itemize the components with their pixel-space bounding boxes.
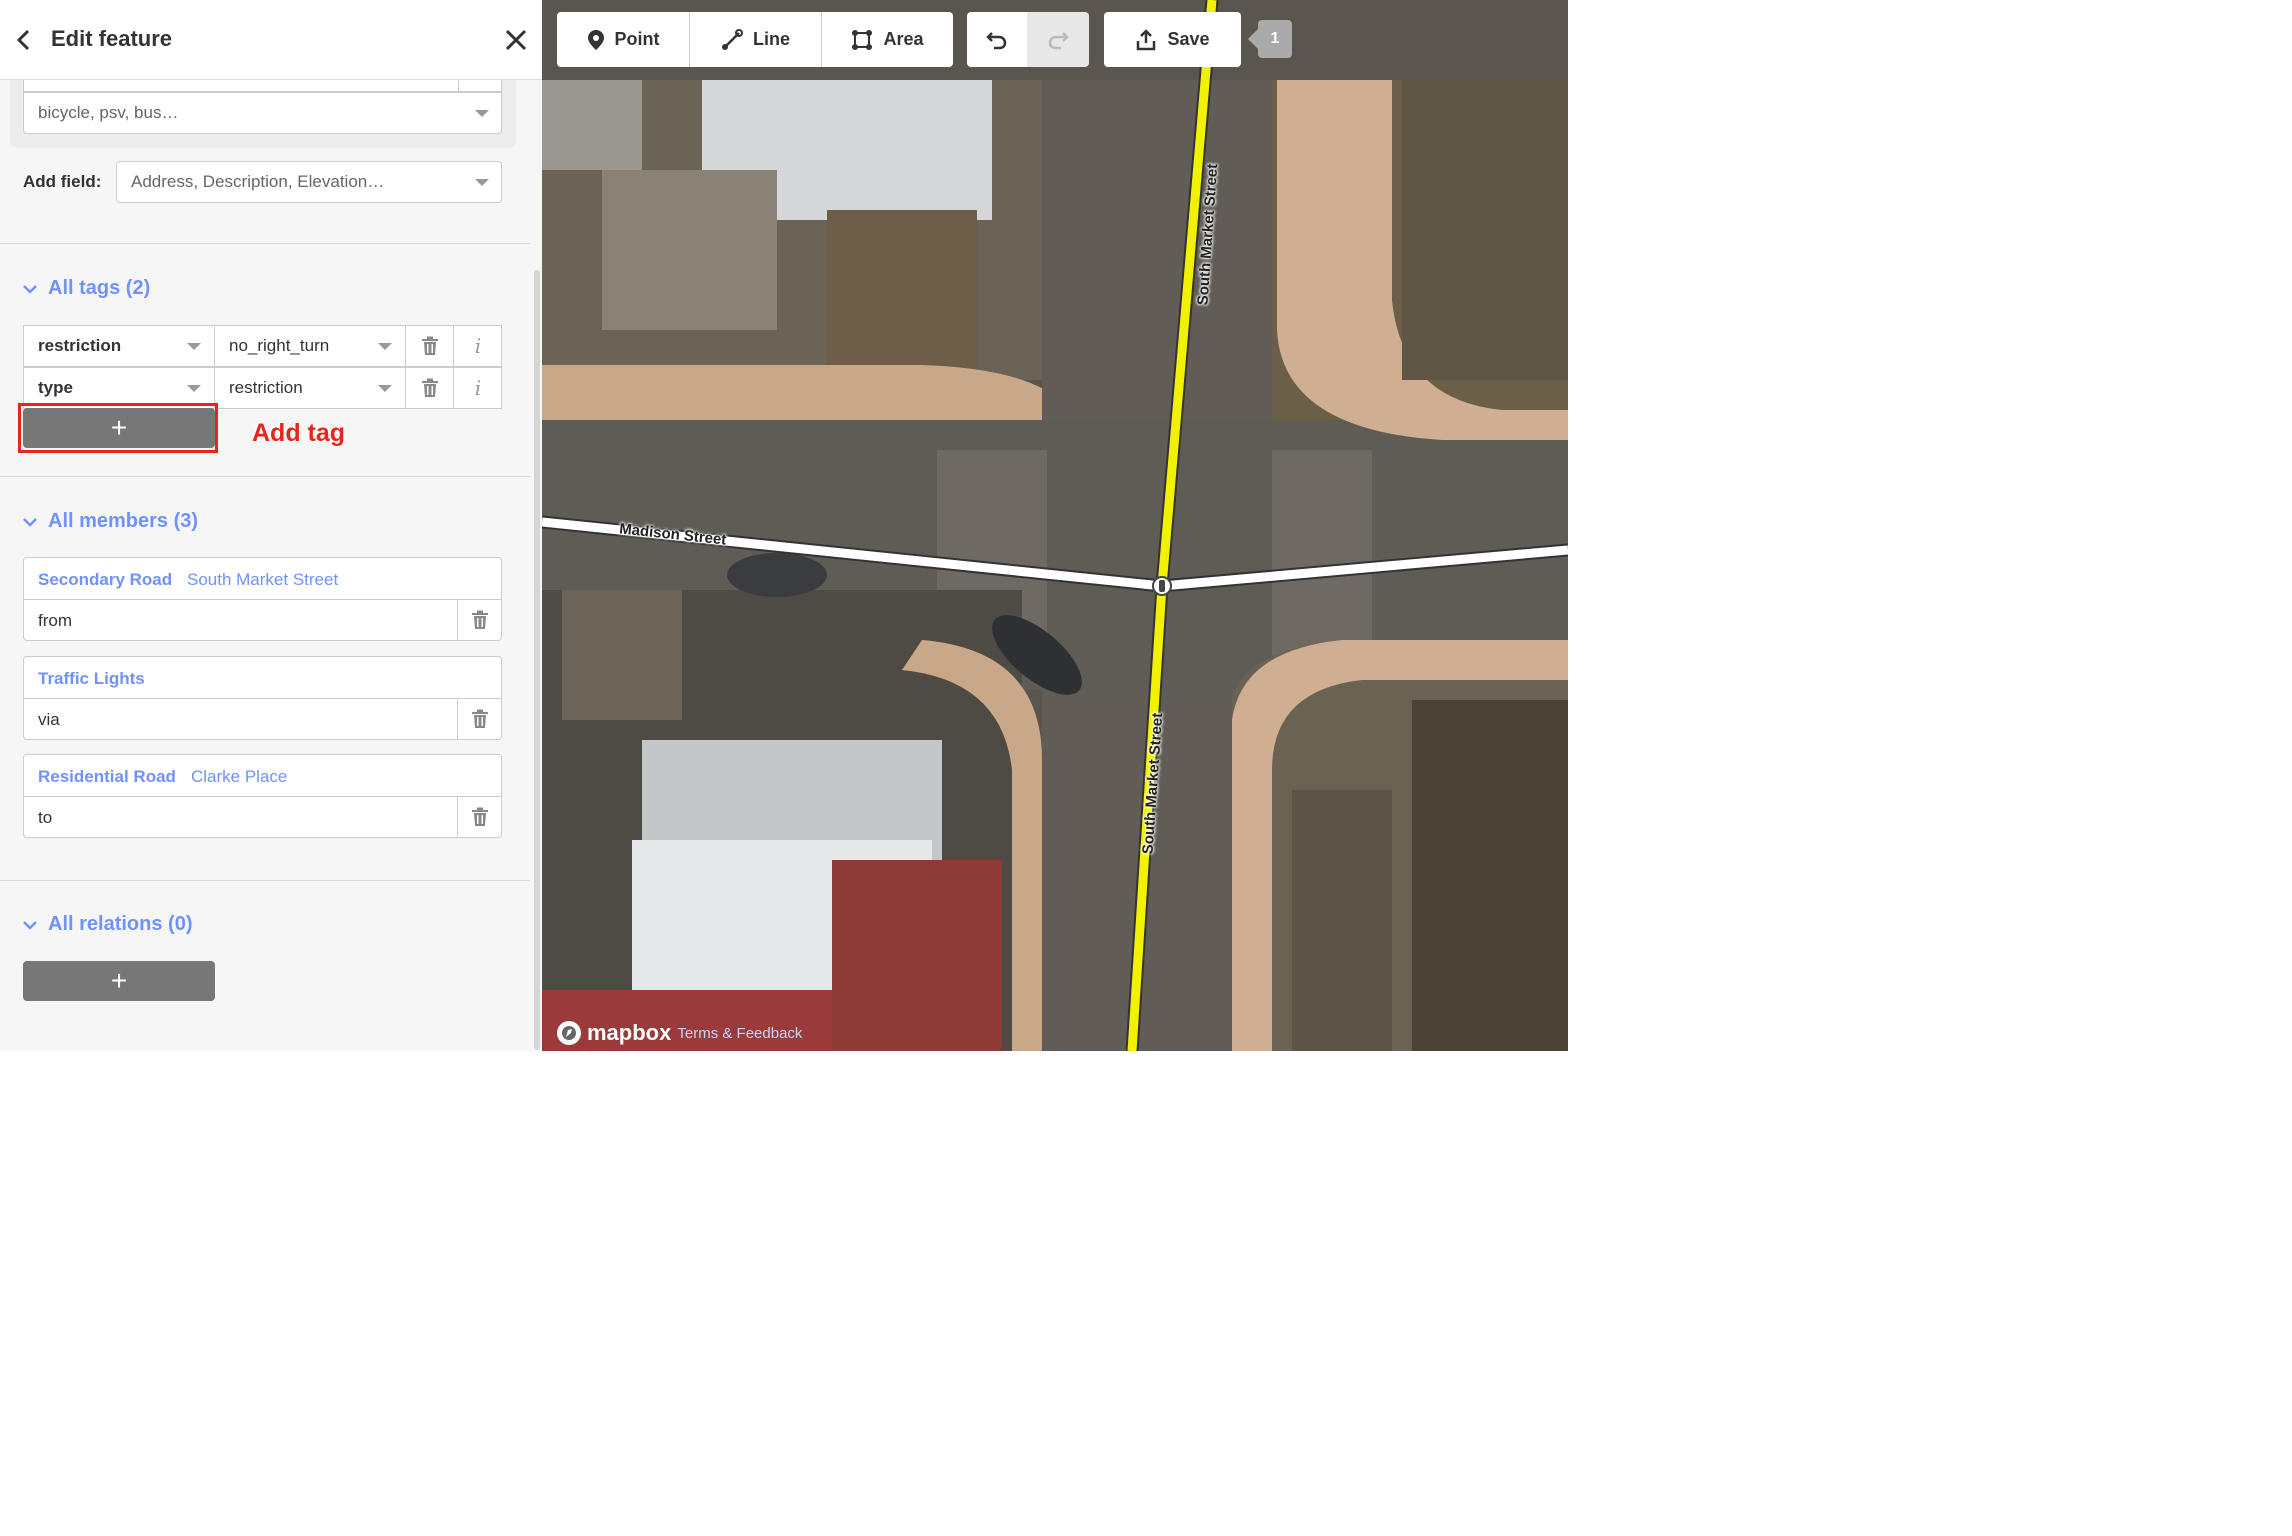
back-button[interactable] [10, 24, 38, 56]
line-button[interactable]: Line [689, 12, 821, 67]
member-type: Secondary Road [38, 570, 173, 589]
aerial-imagery [542, 0, 1568, 1051]
tag-key-input[interactable]: restriction [24, 326, 215, 366]
add-field-placeholder: Address, Description, Elevation… [131, 172, 385, 191]
chevron-left-icon [16, 29, 30, 51]
add-field-combo[interactable]: Address, Description, Elevation… [116, 161, 502, 203]
member-role-input[interactable]: via [38, 710, 60, 730]
info-icon[interactable]: i [454, 326, 502, 366]
area-label: Area [883, 29, 924, 49]
save-toolbar: Save [1104, 12, 1241, 67]
tag-key: restriction [38, 336, 122, 355]
all-members-toggle[interactable]: All members (3) [22, 510, 198, 533]
delete-member-button[interactable] [457, 600, 501, 640]
undo-button[interactable] [967, 12, 1027, 67]
undo-icon [986, 31, 1007, 49]
member-item: Secondary Road South Market Street from [23, 557, 502, 641]
tag-key: type [38, 378, 73, 397]
add-tag-highlight [18, 403, 218, 453]
close-button[interactable] [500, 24, 532, 56]
tag-key-input[interactable]: type [24, 368, 215, 408]
map-attribution: mapbox Terms & Feedback [556, 1020, 802, 1046]
delete-tag-button[interactable] [406, 368, 454, 408]
tag-row: restriction no_right_turn i [23, 325, 502, 367]
close-icon [505, 29, 527, 51]
tag-value: no_right_turn [229, 336, 330, 355]
chevron-down-icon [378, 385, 392, 392]
add-relation-button[interactable]: + [23, 961, 215, 1001]
save-button[interactable]: Save [1104, 12, 1241, 67]
undo-redo-toolbar [967, 12, 1089, 67]
member-role-input[interactable]: from [38, 611, 72, 631]
member-header[interactable]: Residential Road Clarke Place [24, 755, 501, 797]
sidebar: bicycle, psv, bus… Add field: Address, D… [0, 0, 542, 1051]
divider [0, 476, 530, 477]
trash-icon [471, 610, 488, 629]
map[interactable]: South Market Street South Market Street … [542, 0, 1568, 1051]
all-tags-toggle[interactable]: All tags (2) [22, 277, 150, 300]
chevron-down-icon [475, 110, 489, 117]
divider [0, 243, 530, 244]
redo-button[interactable] [1027, 12, 1089, 67]
delete-member-button[interactable] [457, 797, 501, 837]
all-members-heading: All members (3) [48, 510, 199, 532]
point-label: Point [614, 29, 660, 49]
trash-icon [471, 709, 488, 728]
chevron-down-icon [475, 179, 489, 186]
all-tags-heading: All tags (2) [48, 277, 151, 299]
member-item: Traffic Lights via [23, 656, 502, 740]
chevron-down-icon [187, 385, 201, 392]
member-role-input[interactable]: to [38, 808, 52, 828]
tag-value: restriction [229, 378, 303, 397]
member-header[interactable]: Traffic Lights [24, 657, 501, 699]
chevron-down-icon [23, 284, 37, 294]
area-button[interactable]: Area [821, 12, 953, 67]
add-tag-annotation: Add tag [252, 419, 346, 447]
all-relations-toggle[interactable]: All relations (0) [22, 913, 192, 936]
delete-tag-button[interactable] [406, 326, 454, 366]
member-item: Residential Road Clarke Place to [23, 754, 502, 838]
access-combo-placeholder: bicycle, psv, bus… [38, 103, 179, 122]
member-type: Residential Road [38, 767, 176, 786]
upload-icon [1137, 28, 1156, 50]
chevron-down-icon [187, 343, 201, 350]
save-label: Save [1167, 29, 1210, 49]
mapbox-wordmark: mapbox [587, 1020, 672, 1045]
sidebar-header: Edit feature [0, 0, 542, 80]
line-label: Line [752, 29, 790, 49]
area-icon [852, 29, 873, 50]
info-icon[interactable]: i [454, 368, 502, 408]
tag-value-input[interactable]: restriction [215, 368, 406, 408]
divider [0, 880, 530, 881]
member-name: Clarke Place [191, 767, 288, 786]
edit-count-badge: 1 [1248, 20, 1292, 58]
terms-feedback-link[interactable]: Terms & Feedback [677, 1025, 802, 1042]
tag-value-input[interactable]: no_right_turn [215, 326, 406, 366]
delete-member-button[interactable] [457, 699, 501, 739]
trash-icon [421, 378, 438, 397]
mapbox-icon [557, 1021, 581, 1045]
draw-modes-toolbar: Point Line Area [557, 12, 953, 67]
mapbox-logo: mapbox [556, 1020, 671, 1046]
all-relations-heading: All relations (0) [48, 913, 193, 935]
trash-icon [471, 807, 488, 826]
member-type: Traffic Lights [38, 669, 145, 688]
sidebar-scrollbar[interactable] [534, 270, 540, 1050]
point-button[interactable]: Point [557, 12, 689, 67]
trash-icon [421, 336, 438, 355]
chevron-down-icon [23, 920, 37, 930]
page-title: Edit feature [51, 26, 173, 51]
chevron-down-icon [378, 343, 392, 350]
chevron-down-icon [23, 517, 37, 527]
redo-icon [1048, 31, 1069, 49]
add-field-label: Add field: [23, 172, 102, 191]
member-name: South Market Street [187, 570, 339, 589]
member-header[interactable]: Secondary Road South Market Street [24, 558, 501, 600]
line-icon [721, 28, 743, 50]
point-icon [587, 29, 604, 50]
access-combo[interactable]: bicycle, psv, bus… [23, 92, 502, 134]
